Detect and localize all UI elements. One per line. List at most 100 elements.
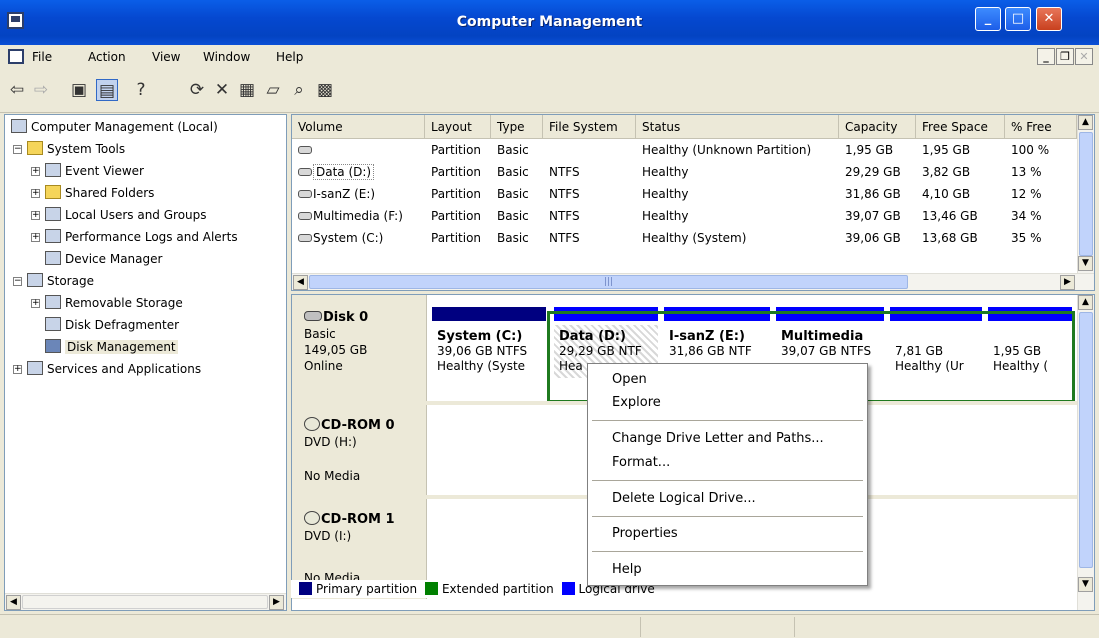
properties-icon[interactable]: ▦ (236, 79, 258, 101)
search-icon[interactable]: ⌕ (288, 79, 310, 101)
close-button[interactable]: ✕ (1036, 7, 1062, 31)
table-row[interactable]: Multimedia (F:) Partition Basic NTFS Hea… (292, 205, 1077, 227)
disk-management-icon (45, 339, 61, 353)
expand-event-viewer[interactable]: + (31, 167, 40, 176)
menu-file[interactable]: File (32, 50, 52, 64)
cd-drive-icon (304, 417, 320, 431)
tree-item-system-tools[interactable]: System Tools (27, 139, 125, 159)
menu-view[interactable]: View (152, 50, 180, 64)
tree-item-root[interactable]: Computer Management (Local) (11, 117, 218, 137)
document-icon[interactable] (8, 49, 24, 64)
collapse-system-tools[interactable]: − (13, 145, 22, 154)
expand-perf-logs[interactable]: + (31, 233, 40, 242)
volume-list[interactable]: Volume Layout Type File System Status Ca… (291, 114, 1095, 291)
tree-item-shared-folders[interactable]: Shared Folders (45, 183, 154, 203)
col-percent-free[interactable]: % Free (1005, 115, 1077, 139)
child-close-button[interactable]: ✕ (1075, 48, 1093, 65)
menu-item-properties[interactable]: Properties (612, 524, 678, 544)
volume-list-vertical-scrollbar[interactable]: ▲ ▼ (1077, 115, 1094, 273)
volume-list-header: Volume Layout Type File System Status Ca… (292, 115, 1077, 139)
table-row[interactable]: Data (D:) Partition Basic NTFS Healthy 2… (292, 161, 1077, 183)
col-file-system[interactable]: File System (543, 115, 636, 139)
expand-removable-storage[interactable]: + (31, 299, 40, 308)
scroll-left-icon[interactable]: ◀ (293, 275, 308, 290)
table-row[interactable]: I-sanZ (E:) Partition Basic NTFS Healthy… (292, 183, 1077, 205)
menu-item-help[interactable]: Help (612, 560, 642, 580)
show-hide-tree-icon[interactable]: ▤ (96, 79, 118, 101)
primary-swatch (299, 582, 312, 595)
volume-list-horizontal-scrollbar[interactable]: ◀ ||| ▶ (292, 273, 1094, 290)
table-row[interactable]: Partition Basic Healthy (Unknown Partiti… (292, 139, 1077, 161)
maximize-button[interactable]: □ (1005, 7, 1031, 31)
tree-item-event-viewer[interactable]: Event Viewer (45, 161, 144, 181)
expand-local-users[interactable]: + (31, 211, 40, 220)
tree-item-disk-management[interactable]: Disk Management (45, 337, 178, 357)
tree-item-storage[interactable]: Storage (27, 271, 94, 291)
scroll-up-icon[interactable]: ▲ (1078, 295, 1093, 310)
child-minimize-button[interactable]: _ (1037, 48, 1055, 65)
title-bar[interactable]: Computer Management _ □ ✕ (0, 0, 1099, 45)
forward-arrow-icon[interactable]: ⇨ (30, 79, 52, 101)
cd-drive-icon (304, 511, 320, 525)
minimize-button[interactable]: _ (975, 7, 1001, 31)
window-title: Computer Management (456, 14, 643, 30)
device-manager-icon (45, 251, 61, 265)
menu-action[interactable]: Action (88, 50, 126, 64)
menu-window[interactable]: Window (203, 50, 250, 64)
hard-disk-icon (304, 311, 322, 321)
col-type[interactable]: Type (491, 115, 543, 139)
event-viewer-icon (45, 163, 61, 177)
tree-item-device-manager[interactable]: Device Manager (45, 249, 162, 269)
cdrom-0-label[interactable]: CD-ROM 0 DVD (H:) No Media (292, 405, 427, 495)
scroll-right-icon[interactable]: ▶ (269, 595, 284, 610)
up-folder-icon[interactable]: ▣ (68, 79, 90, 101)
scroll-down-icon[interactable]: ▼ (1078, 256, 1093, 271)
menu-help[interactable]: Help (276, 50, 303, 64)
menu-item-delete-logical-drive[interactable]: Delete Logical Drive... (612, 489, 756, 509)
delete-icon[interactable]: ✕ (211, 79, 233, 101)
tree-item-defragmenter[interactable]: Disk Defragmenter (45, 315, 179, 335)
disk-0-label[interactable]: Disk 0 Basic 149,05 GB Online (292, 295, 427, 401)
expand-shared-folders[interactable]: + (31, 189, 40, 198)
open-folder-icon[interactable]: ▱ (262, 79, 284, 101)
tree-item-services[interactable]: Services and Applications (27, 359, 201, 379)
menu-item-change-drive-letter[interactable]: Change Drive Letter and Paths... (612, 429, 824, 449)
computer-icon (11, 119, 27, 133)
defragmenter-icon (45, 317, 61, 331)
refresh-icon[interactable]: ⟳ (186, 79, 208, 101)
menu-item-format[interactable]: Format... (612, 453, 670, 473)
users-icon (45, 207, 61, 221)
computer-management-window: Computer Management _ □ ✕ File Action Vi… (0, 0, 1099, 638)
col-capacity[interactable]: Capacity (839, 115, 916, 139)
help-icon[interactable]: ? (130, 79, 152, 101)
tree-item-local-users[interactable]: Local Users and Groups (45, 205, 207, 225)
scroll-right-icon[interactable]: ▶ (1060, 275, 1075, 290)
col-layout[interactable]: Layout (425, 115, 491, 139)
col-volume[interactable]: Volume (292, 115, 425, 139)
tree-item-perf-logs[interactable]: Performance Logs and Alerts (45, 227, 238, 247)
settings-icon[interactable]: ▩ (314, 79, 336, 101)
child-restore-button[interactable]: ❐ (1056, 48, 1074, 65)
col-free-space[interactable]: Free Space (916, 115, 1005, 139)
drive-icon (298, 234, 312, 242)
context-menu: Open Explore Change Drive Letter and Pat… (587, 363, 868, 586)
logical-swatch (561, 582, 575, 595)
scroll-left-icon[interactable]: ◀ (6, 595, 21, 610)
tools-icon (27, 141, 43, 155)
back-arrow-icon[interactable]: ⇦ (6, 79, 28, 101)
drive-icon (298, 146, 312, 154)
partition-system[interactable]: System (C:) 39,06 GB NTFS Healthy (Syste (432, 303, 546, 397)
table-row[interactable]: System (C:) Partition Basic NTFS Healthy… (292, 227, 1077, 249)
shared-folder-icon (45, 185, 61, 199)
scroll-up-icon[interactable]: ▲ (1078, 115, 1093, 130)
collapse-storage[interactable]: − (13, 277, 22, 286)
tree-item-removable-storage[interactable]: Removable Storage (45, 293, 183, 313)
tree-horizontal-scrollbar[interactable]: ◀ ▶ (5, 593, 286, 610)
menu-item-open[interactable]: Open (612, 370, 647, 390)
expand-services[interactable]: + (13, 365, 22, 374)
col-status[interactable]: Status (636, 115, 839, 139)
console-tree[interactable]: Computer Management (Local) − System Too… (4, 114, 287, 611)
scroll-down-icon[interactable]: ▼ (1078, 577, 1093, 592)
menu-item-explore[interactable]: Explore (612, 393, 661, 413)
graphical-view-scrollbar[interactable]: ▲ ▼ (1077, 295, 1094, 610)
